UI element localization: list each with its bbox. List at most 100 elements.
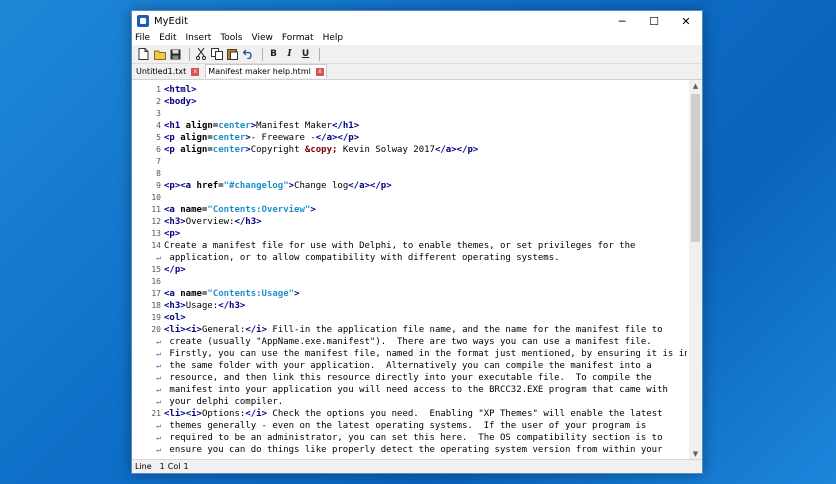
maximize-button[interactable]: ☐ <box>638 11 670 31</box>
line-text: application, or to allow compatibility w… <box>164 253 560 263</box>
bold-button[interactable]: B <box>267 48 280 61</box>
new-file-icon[interactable] <box>137 48 150 61</box>
line-number: 21 <box>151 409 161 418</box>
wrapped-line[interactable]: ↵ application, or to allow compatibility… <box>132 252 687 264</box>
code-line[interactable]: 7 <box>132 156 687 168</box>
line-text: </p> <box>164 265 186 275</box>
line-number: 8 <box>156 169 161 178</box>
wrapped-line[interactable]: ↵ Firstly, you can use the manifest file… <box>132 348 687 360</box>
code-line[interactable]: 12 <h3>Overview:</h3> <box>132 216 687 228</box>
wrapped-line[interactable]: ↵ resource, and then link this resource … <box>132 372 687 384</box>
line-number: 20 <box>151 325 161 334</box>
code-line[interactable]: 2 <body> <box>132 96 687 108</box>
save-icon[interactable] <box>169 48 182 61</box>
line-number: 7 <box>156 157 161 166</box>
minimize-button[interactable]: ─ <box>606 11 638 31</box>
open-folder-icon[interactable] <box>153 48 166 61</box>
line-wrap-icon: ↵ <box>156 361 161 370</box>
wrapped-line[interactable]: ↵ manifest into your application you wil… <box>132 384 687 396</box>
line-text: Firstly, you can use the manifest file, … <box>164 349 687 359</box>
app-window: MyEdit ─ ☐ ✕ File Edit Insert Tools View… <box>131 10 703 474</box>
vertical-scrollbar[interactable]: ▲ ▼ <box>689 80 702 460</box>
tab-manifest-help[interactable]: Manifest maker help.html x <box>205 64 327 78</box>
wrapped-line[interactable]: ↵ the same folder with your application.… <box>132 360 687 372</box>
code-line[interactable]: 5 <p align=center>- Freeware -</a></p> <box>132 132 687 144</box>
line-number: 10 <box>151 193 161 202</box>
toolbar-separator <box>189 47 190 61</box>
line-wrap-icon: ↵ <box>156 349 161 358</box>
code-line[interactable]: 15 </p> <box>132 264 687 276</box>
undo-icon[interactable] <box>242 48 255 61</box>
text-editor[interactable]: 1 <html> 2 <body> 3 4 <h1 align=center>Manifes… <box>132 79 702 460</box>
code-line[interactable]: 18 <h3>Usage:</h3> <box>132 300 687 312</box>
code-line[interactable]: 17 <a name="Contents:Usage"> <box>132 288 687 300</box>
line-text: your delphi compiler. <box>164 397 284 407</box>
line-text: <h3>Usage:</h3> <box>164 301 246 311</box>
line-text: manifest into your application you will … <box>164 385 668 395</box>
cut-icon[interactable] <box>194 48 207 61</box>
code-line[interactable]: 3 <box>132 108 687 120</box>
line-wrap-icon: ↵ <box>156 373 161 382</box>
line-number: 14 <box>151 241 161 250</box>
line-number: 4 <box>156 121 161 130</box>
code-line[interactable]: 4 <h1 align=center>Manifest Maker</h1> <box>132 120 687 132</box>
code-line[interactable]: 19 <ol> <box>132 312 687 324</box>
wrapped-line[interactable]: ↵ create (usually "AppName.exe.manifest"… <box>132 336 687 348</box>
line-text: <html> <box>164 85 197 95</box>
line-text: <a name="Contents:Overview"> <box>164 205 316 215</box>
menu-edit[interactable]: Edit <box>159 33 176 43</box>
line-number: 18 <box>151 301 161 310</box>
scroll-up-icon[interactable]: ▲ <box>689 80 702 92</box>
status-line-value: 1 <box>159 462 165 471</box>
code-line[interactable]: 14 Create a manifest file for use with De… <box>132 240 687 252</box>
line-text: themes generally - even on the latest op… <box>164 421 647 431</box>
line-text: <body> <box>164 97 197 107</box>
scroll-thumb[interactable] <box>691 94 700 242</box>
menu-insert[interactable]: Insert <box>186 33 212 43</box>
window-controls: ─ ☐ ✕ <box>606 11 702 31</box>
line-text: ensure you can do things like properly d… <box>164 445 663 455</box>
wrapped-line[interactable]: ↵ ensure you can do things like properly… <box>132 444 687 456</box>
line-text: <p> <box>164 229 181 239</box>
paste-icon[interactable] <box>226 48 239 61</box>
code-line[interactable]: 21 <li><i>Options:</i> Check the options … <box>132 408 687 420</box>
code-line[interactable]: 10 <box>132 192 687 204</box>
tab-close-icon[interactable]: x <box>191 67 200 76</box>
line-number: 13 <box>151 229 161 238</box>
code-line[interactable]: 20 <li><i>General:</i> Fill-in the applic… <box>132 324 687 336</box>
window-title: MyEdit <box>154 15 188 27</box>
copy-icon[interactable] <box>210 48 223 61</box>
wrapped-line[interactable]: ↵ your delphi compiler. <box>132 396 687 408</box>
code-line[interactable]: 16 <box>132 276 687 288</box>
line-text: resource, and then link this resource di… <box>164 373 652 383</box>
title-bar[interactable]: MyEdit ─ ☐ ✕ <box>132 11 702 31</box>
line-number: 5 <box>156 133 161 142</box>
line-text: <li><i>General:</i> Fill-in the applicat… <box>164 325 663 335</box>
tab-untitled1[interactable]: Untitled1.txt x <box>134 65 201 78</box>
toolbar: B I U <box>132 45 702 64</box>
code-line[interactable]: 11 <a name="Contents:Overview"> <box>132 204 687 216</box>
menu-format[interactable]: Format <box>282 33 314 43</box>
close-button[interactable]: ✕ <box>670 11 702 31</box>
menu-file[interactable]: File <box>135 33 150 43</box>
code-line[interactable]: 8 <box>132 168 687 180</box>
italic-button[interactable]: I <box>283 48 296 61</box>
status-bar: Line 1 Col 1 <box>132 459 702 473</box>
code-line[interactable]: 1 <html> <box>132 84 687 96</box>
menu-view[interactable]: View <box>252 33 273 43</box>
code-line[interactable]: 13 <p> <box>132 228 687 240</box>
wrapped-line[interactable]: ↵ themes generally - even on the latest … <box>132 420 687 432</box>
tab-bar: Untitled1.txt x Manifest maker help.html… <box>132 64 702 78</box>
toolbar-separator <box>319 47 320 61</box>
underline-button[interactable]: U <box>299 48 312 61</box>
wrapped-line[interactable]: ↵ required to be an administrator, you c… <box>132 432 687 444</box>
line-text: <p align=center>- Freeware -</a></p> <box>164 133 360 143</box>
line-number: 15 <box>151 265 161 274</box>
line-text: <p align=center>Copyright &copy; Kevin S… <box>164 145 479 155</box>
tab-close-icon[interactable]: x <box>315 67 324 76</box>
menu-tools[interactable]: Tools <box>220 33 242 43</box>
menu-help[interactable]: Help <box>323 33 344 43</box>
code-area[interactable]: 1 <html> 2 <body> 3 4 <h1 align=center>Manifes… <box>132 84 687 456</box>
code-line[interactable]: 9 <p><a href="#changelog">Change log</a><… <box>132 180 687 192</box>
code-line[interactable]: 6 <p align=center>Copyright &copy; Kevin … <box>132 144 687 156</box>
